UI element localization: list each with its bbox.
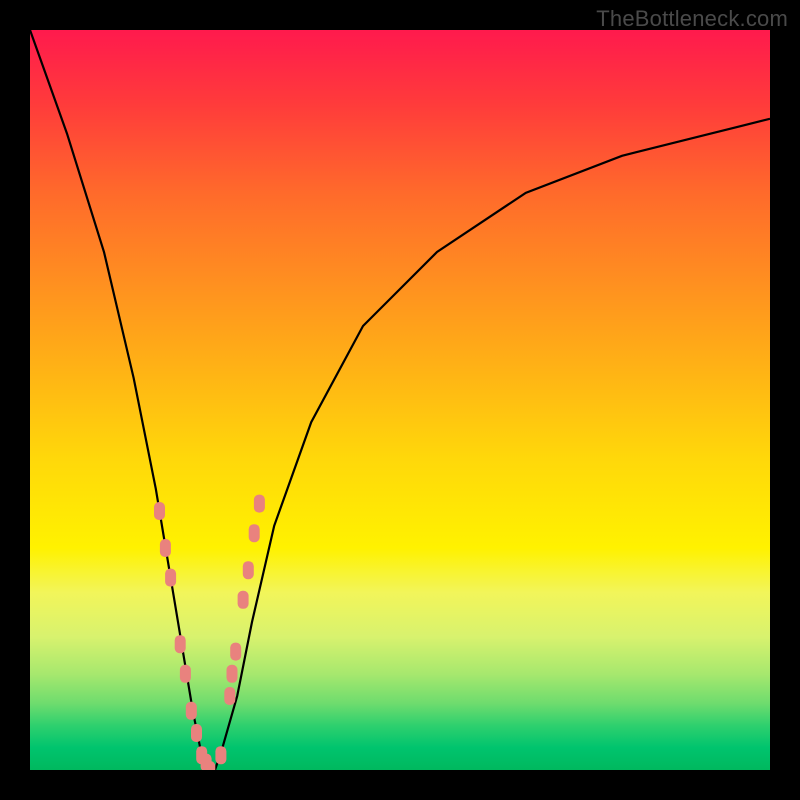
curve-marker xyxy=(227,665,238,683)
curve-marker xyxy=(186,702,197,720)
curve-marker xyxy=(215,746,226,764)
curve-marker xyxy=(249,524,260,542)
plot-area xyxy=(30,30,770,770)
curve-marker xyxy=(180,665,191,683)
curve-marker xyxy=(165,569,176,587)
curve-marker xyxy=(230,643,241,661)
curve-marker xyxy=(238,591,249,609)
curve-marker xyxy=(224,687,235,705)
watermark-text: TheBottleneck.com xyxy=(596,6,788,32)
curve-marker xyxy=(175,635,186,653)
marker-group xyxy=(154,495,265,770)
curve-marker xyxy=(243,561,254,579)
curve-marker xyxy=(154,502,165,520)
curve-marker xyxy=(204,761,215,770)
curve-marker xyxy=(254,495,265,513)
bottleneck-curve xyxy=(30,30,770,770)
curve-layer xyxy=(30,30,770,770)
curve-marker xyxy=(160,539,171,557)
curve-marker xyxy=(191,724,202,742)
chart-frame: TheBottleneck.com xyxy=(0,0,800,800)
